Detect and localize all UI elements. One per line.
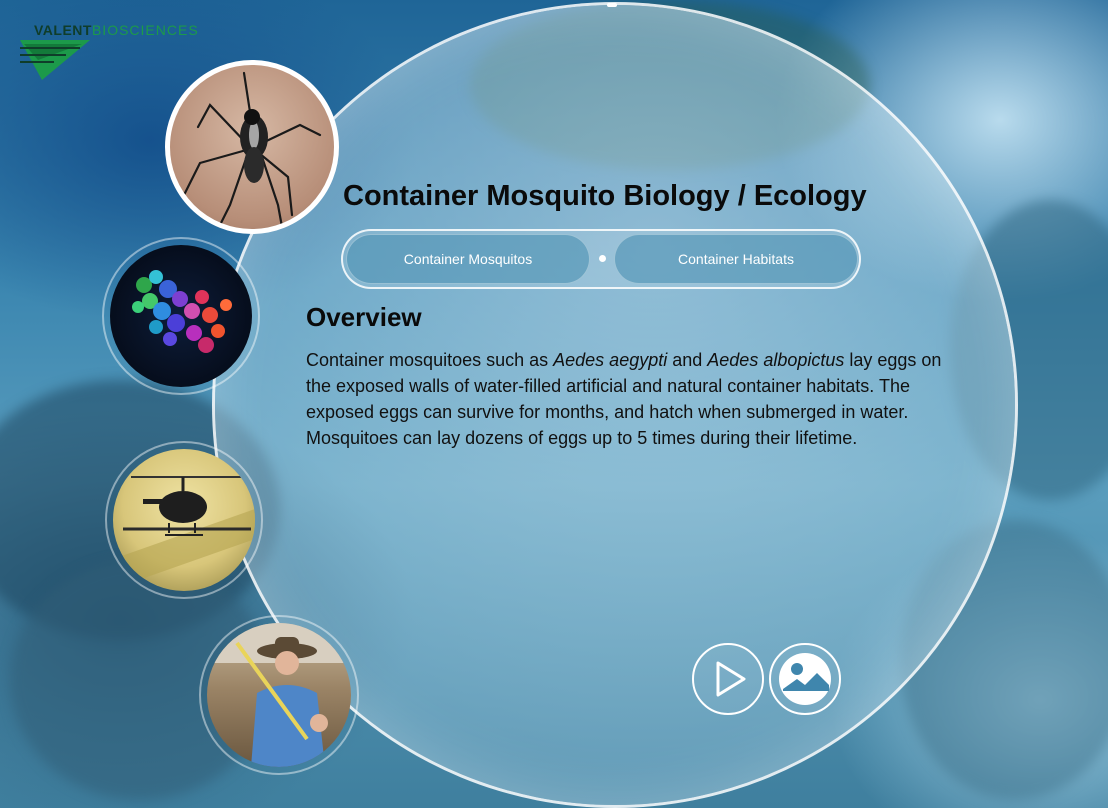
play-icon [716, 661, 746, 697]
species-name: Aedes albopictus [707, 350, 845, 370]
page-title: Container Mosquito Biology / Ecology [343, 180, 867, 212]
overview-paragraph: Container mosquitoes such as Aedes aegyp… [306, 347, 946, 451]
field-worker-icon [207, 623, 351, 767]
tab-separator-dot [599, 255, 606, 262]
thumbnail-mosquito[interactable] [165, 60, 339, 234]
tab-container-mosquitos[interactable]: Container Mosquitos [346, 234, 590, 284]
logo-wordmark: VALENTBIOSCIENCES [34, 22, 199, 38]
species-name: Aedes aegypti [553, 350, 668, 370]
logo-text-valent: VALENT [34, 22, 92, 38]
image-gallery-button[interactable] [769, 643, 841, 715]
overview-text-part: Container mosquitoes such as [306, 350, 554, 370]
play-button[interactable] [692, 643, 764, 715]
molecule-icon [132, 270, 232, 353]
logo-text-biosciences: BIOSCIENCES [91, 22, 199, 38]
panel-arc-highlight [607, 3, 617, 7]
helicopter-icon [113, 476, 255, 589]
tab-bar: Container Mosquitos Container Habitats [341, 229, 861, 289]
tab-container-habitats[interactable]: Container Habitats [614, 234, 858, 284]
image-gallery-icon [779, 653, 831, 705]
thumbnail-helicopter[interactable] [113, 449, 255, 591]
thumbnail-molecule[interactable] [110, 245, 252, 387]
mosquito-icon [182, 71, 322, 229]
thumbnail-field-worker[interactable] [207, 623, 351, 767]
overview-text-part: and [667, 350, 708, 370]
section-heading: Overview [306, 302, 422, 332]
